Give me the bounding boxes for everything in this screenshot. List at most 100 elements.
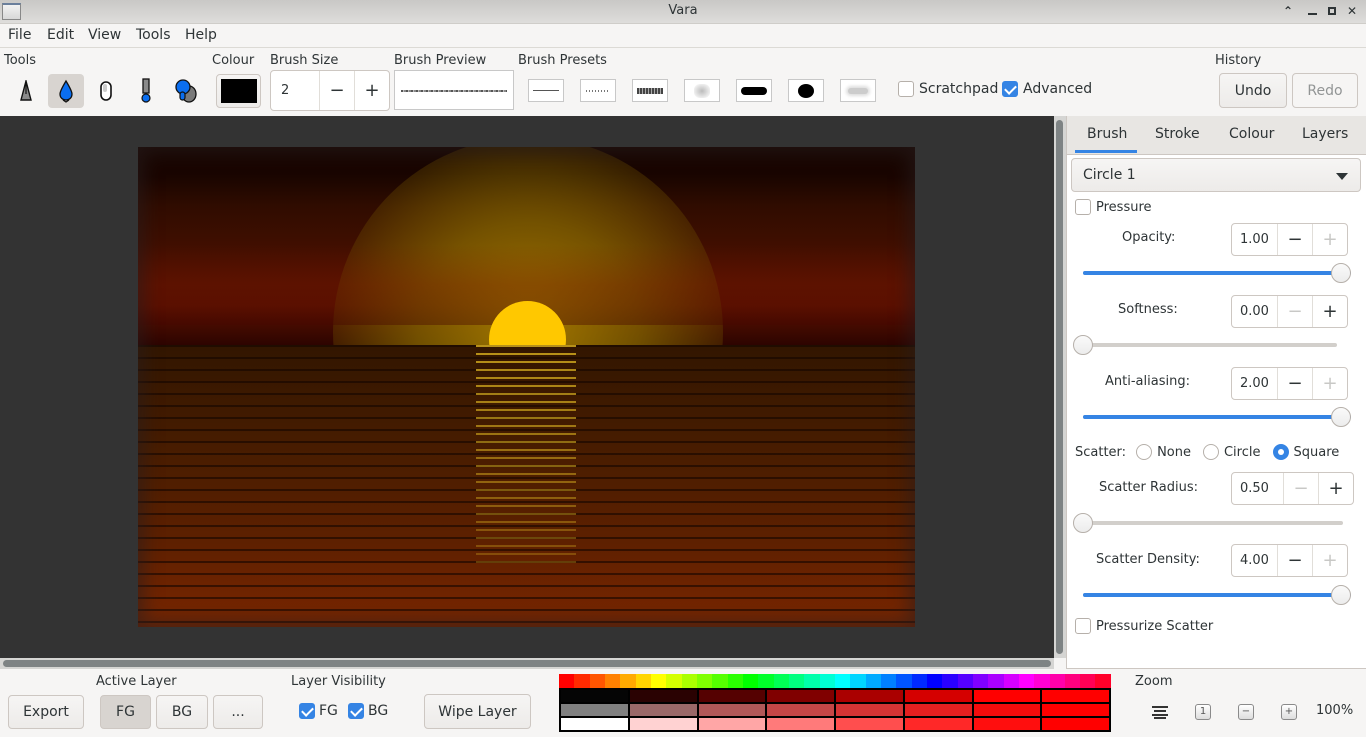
palette-swatch[interactable] <box>904 690 974 704</box>
scatter-radius-increase-button[interactable]: + <box>1318 473 1353 504</box>
palette-swatch[interactable] <box>972 674 989 688</box>
active-layer-bg-button[interactable]: BG <box>156 695 208 729</box>
marker-tool[interactable] <box>128 74 164 108</box>
palette-swatch[interactable] <box>1042 704 1111 718</box>
preset-soft-spray[interactable] <box>684 79 720 102</box>
palette-swatch[interactable] <box>1042 718 1111 732</box>
pressure-checkbox[interactable]: Pressure <box>1075 199 1152 215</box>
palette-swatch[interactable] <box>773 674 789 688</box>
brush-size-decrease-button[interactable]: − <box>319 71 354 110</box>
palette-swatch[interactable] <box>973 690 1043 704</box>
brush-select[interactable]: Circle 1 <box>1071 158 1361 192</box>
menu-file[interactable]: File <box>8 27 31 43</box>
palette-swatch[interactable] <box>561 718 630 732</box>
palette-swatch[interactable] <box>1034 674 1050 688</box>
palette-swatch[interactable] <box>758 674 774 688</box>
colour-button[interactable] <box>216 74 261 108</box>
preset-scatter-line[interactable] <box>580 79 616 102</box>
scatter-density-decrease-button[interactable]: − <box>1277 545 1312 576</box>
palette-swatch[interactable] <box>836 690 905 704</box>
palette-swatch[interactable] <box>942 674 958 688</box>
antialiasing-slider[interactable] <box>1083 407 1351 427</box>
palette-swatch[interactable] <box>561 704 630 718</box>
pressurize-scatter-check[interactable] <box>1075 618 1091 634</box>
palette-swatch[interactable] <box>666 674 682 688</box>
menu-edit[interactable]: Edit <box>47 27 74 43</box>
palette-swatch[interactable] <box>1049 674 1065 688</box>
maximize-icon[interactable] <box>1322 2 1342 20</box>
palette-swatch[interactable] <box>696 674 713 688</box>
scatter-density-input[interactable]: 4.00 <box>1232 545 1277 576</box>
opacity-decrease-button[interactable]: − <box>1277 224 1312 255</box>
tab-stroke[interactable]: Stroke <box>1155 126 1200 142</box>
pressure-check[interactable] <box>1075 199 1091 215</box>
palette-swatch[interactable] <box>620 674 636 688</box>
palette-swatch[interactable] <box>742 674 759 688</box>
scatter-circle-radio[interactable] <box>1202 444 1219 460</box>
menu-help[interactable]: Help <box>185 27 217 43</box>
scatter-density-slider[interactable] <box>1083 585 1351 605</box>
painting-canvas[interactable] <box>138 147 915 627</box>
menu-view[interactable]: View <box>88 27 121 43</box>
softness-increase-button[interactable]: + <box>1312 296 1347 327</box>
brush-size-input[interactable]: 2 <box>271 71 319 110</box>
brush-size-increase-button[interactable]: + <box>354 71 389 110</box>
bg-visibility-check[interactable] <box>348 703 364 719</box>
undo-button[interactable]: Undo <box>1219 73 1287 108</box>
palette-swatch[interactable] <box>904 718 974 732</box>
palette-swatch[interactable] <box>865 674 881 688</box>
shade-icon[interactable]: ⌃ <box>1278 2 1298 20</box>
palette-swatch[interactable] <box>1064 674 1081 688</box>
palette-swatch[interactable] <box>698 718 768 732</box>
scatter-density-slider-knob[interactable] <box>1331 585 1351 605</box>
tab-brush[interactable]: Brush <box>1087 126 1127 142</box>
palette-swatch[interactable] <box>681 674 697 688</box>
palette-swatch[interactable] <box>804 674 820 688</box>
preset-thick-stroke[interactable] <box>736 79 772 102</box>
preset-thin-line[interactable] <box>528 79 564 102</box>
antialiasing-increase-button[interactable]: + <box>1312 368 1347 399</box>
advanced-check[interactable] <box>1002 81 1018 97</box>
scratchpad-checkbox[interactable]: Scratchpad <box>898 81 998 97</box>
antialiasing-input[interactable]: 2.00 <box>1232 368 1277 399</box>
palette-swatch[interactable] <box>1080 674 1096 688</box>
zoom-actual-size-icon[interactable]: 1 <box>1194 703 1212 721</box>
bg-visibility-checkbox[interactable]: BG <box>348 703 388 719</box>
close-icon[interactable]: ✕ <box>1342 2 1362 20</box>
antialiasing-decrease-button[interactable]: − <box>1277 368 1312 399</box>
opacity-slider-knob[interactable] <box>1331 263 1351 283</box>
palette-swatch[interactable] <box>836 718 905 732</box>
softness-input[interactable]: 0.00 <box>1232 296 1277 327</box>
palette-swatch[interactable] <box>767 718 836 732</box>
opacity-slider[interactable] <box>1083 263 1351 283</box>
palette-swatch[interactable] <box>635 674 651 688</box>
layer-more-button[interactable]: ... <box>213 695 263 729</box>
palette-swatch[interactable] <box>850 674 866 688</box>
scatter-radius-slider-knob[interactable] <box>1073 513 1093 533</box>
palette-swatch[interactable] <box>574 674 590 688</box>
scratchpad-check[interactable] <box>898 81 914 97</box>
palette-swatch[interactable] <box>957 674 973 688</box>
scatter-radius-slider[interactable] <box>1073 513 1343 533</box>
blend-tool[interactable] <box>168 74 204 108</box>
palette-swatch[interactable] <box>973 718 1043 732</box>
palette-swatch[interactable] <box>698 704 768 718</box>
palette-swatch[interactable] <box>561 690 630 704</box>
opacity-increase-button[interactable]: + <box>1312 224 1347 255</box>
fg-visibility-check[interactable] <box>299 703 315 719</box>
minimize-icon[interactable] <box>1302 2 1322 20</box>
softness-slider-knob[interactable] <box>1073 335 1093 355</box>
palette-swatch[interactable] <box>926 674 943 688</box>
pressurize-scatter-checkbox[interactable]: Pressurize Scatter <box>1075 618 1213 634</box>
palette-swatch[interactable] <box>1018 674 1035 688</box>
palette-swatch[interactable] <box>604 674 621 688</box>
redo-button[interactable]: Redo <box>1292 73 1358 108</box>
palette-swatch[interactable] <box>629 704 699 718</box>
opacity-input[interactable]: 1.00 <box>1232 224 1277 255</box>
softness-decrease-button[interactable]: − <box>1277 296 1312 327</box>
advanced-checkbox[interactable]: Advanced <box>1002 81 1092 97</box>
preset-blur-stroke[interactable] <box>840 79 876 102</box>
palette-swatch[interactable] <box>712 674 728 688</box>
palette-swatch[interactable] <box>629 690 699 704</box>
export-button[interactable]: Export <box>8 695 84 729</box>
